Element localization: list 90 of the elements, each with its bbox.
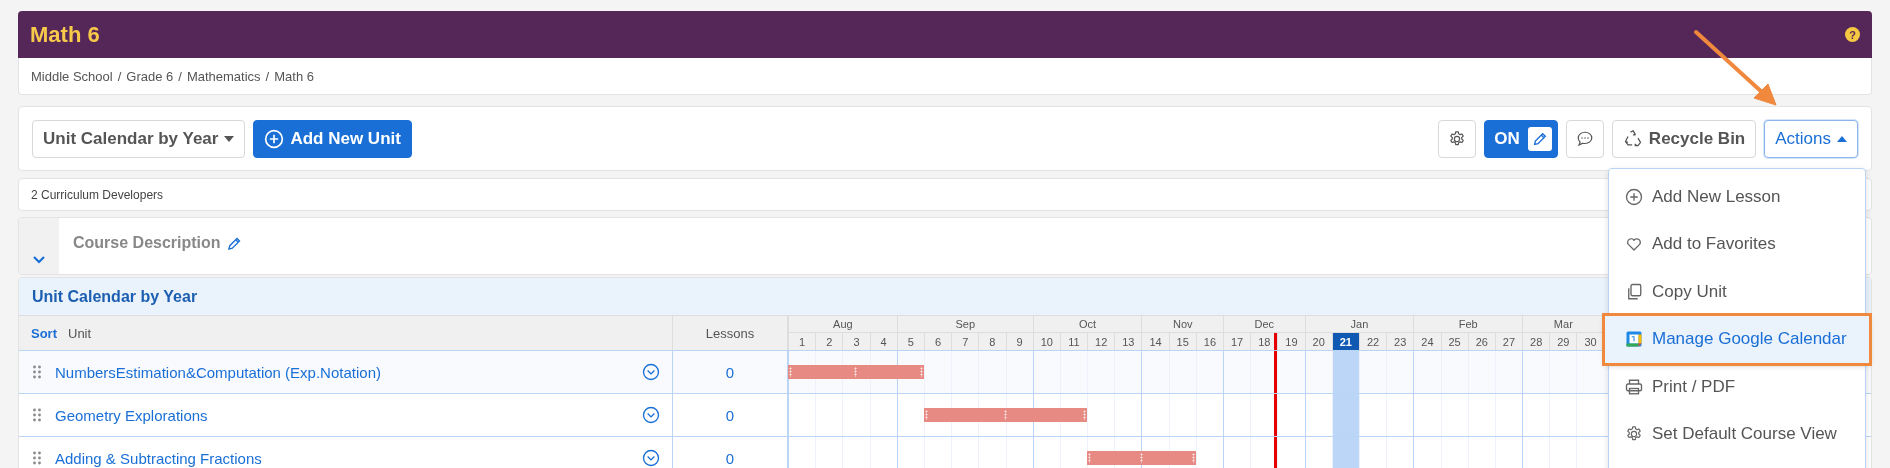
week-number: 3	[853, 335, 860, 348]
drag-handle-icon[interactable]	[33, 408, 41, 422]
breadcrumb-separator: /	[265, 68, 270, 84]
month-label: Nov	[1172, 318, 1193, 330]
unit-link[interactable]: NumbersEstimation&Computation (Exp.Notation)	[55, 363, 381, 381]
help-icon[interactable]: ?	[1845, 27, 1860, 42]
menu-item[interactable]: Print / PDF	[1609, 363, 1865, 411]
view-dropdown[interactable]: Unit Calendar by Year	[32, 119, 246, 158]
month-label: Dec	[1254, 318, 1275, 330]
chevron-circle-icon[interactable]	[642, 363, 660, 381]
chevron-down-icon	[33, 256, 45, 264]
week-number: 30	[1584, 335, 1597, 348]
breadcrumb-link[interactable]: Math 6	[274, 68, 314, 84]
week-number: 13	[1122, 335, 1135, 348]
printer-icon	[1625, 377, 1643, 396]
copy-icon	[1625, 282, 1643, 301]
week-number: 17	[1230, 335, 1244, 348]
lesson-count[interactable]: 0	[725, 406, 735, 424]
breadcrumb-link[interactable]: Mathematics	[186, 68, 261, 84]
menu-item[interactable]: Set Default Course View	[1609, 410, 1865, 458]
caret-icon	[224, 135, 235, 142]
week-number: 5	[907, 335, 914, 348]
lesson-count[interactable]: 0	[725, 363, 735, 381]
month-label: Mar	[1553, 318, 1573, 330]
drag-handle-icon[interactable]	[33, 451, 41, 465]
lesson-count[interactable]: 0	[725, 449, 735, 467]
week-number: 7	[962, 335, 969, 348]
week-number: 22	[1366, 335, 1380, 348]
speech-bubble-icon	[1575, 129, 1594, 148]
course-title: Math 6	[30, 21, 100, 48]
settings-button[interactable]	[1438, 119, 1477, 158]
actions-button[interactable]: Actions	[1764, 119, 1858, 158]
recycle-bin-button[interactable]: Recycle Bin	[1611, 119, 1757, 158]
week-number: 4	[880, 335, 887, 348]
week-number: 23	[1394, 335, 1407, 348]
week-number: 2	[826, 335, 833, 348]
week-number: 11	[1068, 335, 1080, 348]
breadcrumb-link[interactable]: Grade 6	[126, 68, 174, 84]
week-number: 10	[1040, 335, 1053, 348]
recycle-icon	[1622, 128, 1643, 149]
column-header: Unit	[68, 325, 92, 341]
month-label: Sep	[955, 318, 975, 330]
chevron-circle-icon[interactable]	[642, 449, 660, 467]
week-number: 9	[1016, 335, 1023, 348]
unit-link[interactable]: Geometry Explorations	[55, 406, 208, 424]
breadcrumb-link[interactable]: Middle School	[31, 68, 113, 84]
week-number: 6	[934, 335, 942, 348]
menu-item[interactable]: Manage Google Calendar	[1605, 315, 1869, 363]
week-number: 26	[1475, 335, 1488, 348]
week-number: 28	[1530, 335, 1543, 348]
comment-button[interactable]	[1565, 119, 1604, 158]
week-number: 15	[1176, 335, 1189, 348]
week-number: 20	[1312, 335, 1325, 348]
week-number: 19	[1285, 335, 1298, 348]
month-label: Feb	[1458, 318, 1478, 330]
developers-count: 2 Curriculum Developers	[31, 187, 164, 202]
caret-icon	[1837, 135, 1847, 142]
chevron-circle-icon[interactable]	[642, 406, 660, 424]
pencil-icon[interactable]	[226, 235, 242, 251]
week-number: 25	[1448, 335, 1461, 348]
week-number: 29	[1557, 335, 1570, 348]
sort-link[interactable]: Sort	[31, 325, 57, 341]
week-number: 16	[1203, 335, 1217, 348]
month-label: Aug	[833, 318, 853, 330]
week-number: 1	[799, 335, 806, 348]
week-number: 21	[1339, 335, 1352, 348]
collapse-toggle[interactable]	[19, 218, 59, 274]
breadcrumb-separator: /	[117, 68, 122, 84]
month-label: Oct	[1079, 318, 1097, 330]
week-number: 12	[1095, 335, 1108, 348]
month-label: Jan	[1350, 318, 1369, 330]
section-title: Course Description	[73, 234, 221, 252]
week-number: 14	[1149, 335, 1162, 348]
plus-circle-icon	[1625, 187, 1643, 206]
week-number: 8	[989, 335, 996, 348]
menu-item[interactable]: Add to Favorites	[1609, 220, 1865, 268]
add-unit-button[interactable]: Add New Unit	[253, 119, 412, 158]
week-number: 24	[1421, 335, 1434, 348]
breadcrumb-separator: /	[178, 68, 182, 84]
week-number: 27	[1502, 335, 1516, 348]
menu-item[interactable]: Add New Lesson	[1609, 173, 1865, 221]
pencil-icon	[1531, 130, 1548, 147]
calendar-icon	[1625, 330, 1643, 349]
week-number: 18	[1258, 335, 1271, 348]
plus-circle-icon	[264, 128, 285, 149]
unit-link[interactable]: Adding & Subtracting Fractions	[55, 449, 262, 467]
column-header: Lessons	[705, 325, 755, 341]
edit-toggle[interactable]: ON	[1484, 119, 1558, 158]
drag-handle-icon[interactable]	[33, 365, 41, 379]
settings-icon	[1448, 129, 1467, 148]
